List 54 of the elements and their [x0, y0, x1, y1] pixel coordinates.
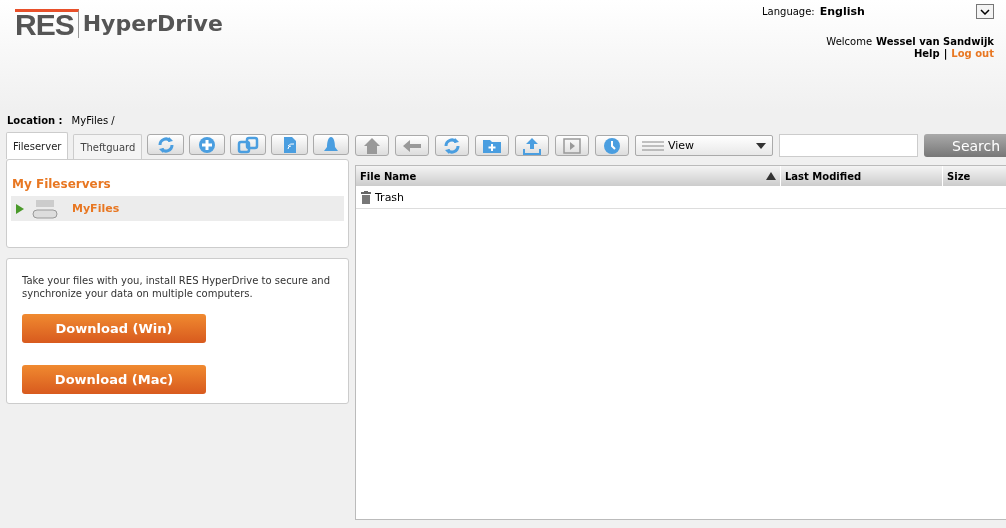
new-folder-icon: [482, 137, 502, 154]
device-icon: [282, 135, 297, 154]
clock-icon: [603, 136, 621, 155]
tool-button[interactable]: [230, 134, 267, 155]
toolbar-button[interactable]: [435, 135, 469, 156]
chevron-down-icon: [980, 8, 990, 15]
tool-button[interactable]: [312, 134, 349, 155]
tab[interactable]: Theftguard: [73, 134, 143, 159]
location-label: Location :: [7, 115, 63, 128]
upload-icon: [523, 136, 541, 155]
file-name: Trash: [375, 190, 405, 204]
tree-item-label: MyFiles: [72, 202, 120, 215]
toolbar-button[interactable]: [475, 135, 509, 156]
sort-ascending-icon: [766, 172, 776, 180]
toolbar-button[interactable]: [595, 135, 629, 156]
home-icon: [363, 136, 381, 155]
language-label: Language:: [762, 6, 815, 17]
collapsed-arrow-icon[interactable]: [16, 203, 24, 214]
search-field[interactable]: [779, 134, 918, 157]
trash-icon: [361, 190, 371, 204]
tree-title: My Fileservers: [11, 176, 112, 193]
tab[interactable]: Fileserver: [6, 132, 69, 159]
separator: |: [943, 48, 948, 60]
tool-button[interactable]: [271, 134, 308, 155]
column-header[interactable]: File Name: [356, 166, 781, 186]
refresh-icon: [443, 136, 461, 155]
tool-button[interactable]: [188, 134, 225, 155]
refresh-icon: [156, 135, 175, 154]
menu-icon: [642, 140, 664, 151]
tool-button[interactable]: [147, 134, 184, 155]
help-link[interactable]: Help: [913, 48, 940, 60]
back-arrow-icon: [402, 138, 422, 153]
promo-text: Take your files with you, install RES HyperDrive to secure and synchronize your data on multiple computers.: [22, 274, 331, 300]
toolbar-button[interactable]: [515, 135, 549, 156]
welcome-text: Welcome: [826, 36, 873, 48]
linked-squares-icon: [237, 135, 260, 154]
toolbar-button[interactable]: [555, 135, 589, 156]
logo-mark: RES: [15, 8, 79, 38]
column-header[interactable]: Last Modified: [781, 166, 943, 186]
caret-icon: [756, 142, 766, 149]
add-icon: [197, 135, 216, 154]
user-name: Wessel van Sandwijk: [876, 36, 994, 48]
view-dropdown[interactable]: View: [635, 135, 773, 156]
play-icon: [563, 137, 581, 154]
language-value: English: [819, 5, 866, 18]
logo-name: HyperDrive: [82, 10, 223, 36]
file-row[interactable]: Trash: [356, 186, 1006, 209]
location-path: MyFiles /: [71, 115, 115, 128]
column-header[interactable]: Size: [943, 166, 1006, 186]
server-icon: [32, 197, 58, 220]
bell-icon: [321, 135, 340, 154]
toolbar-button[interactable]: [355, 135, 389, 156]
toolbar-button[interactable]: [395, 135, 429, 156]
language-dropdown[interactable]: [976, 4, 994, 19]
